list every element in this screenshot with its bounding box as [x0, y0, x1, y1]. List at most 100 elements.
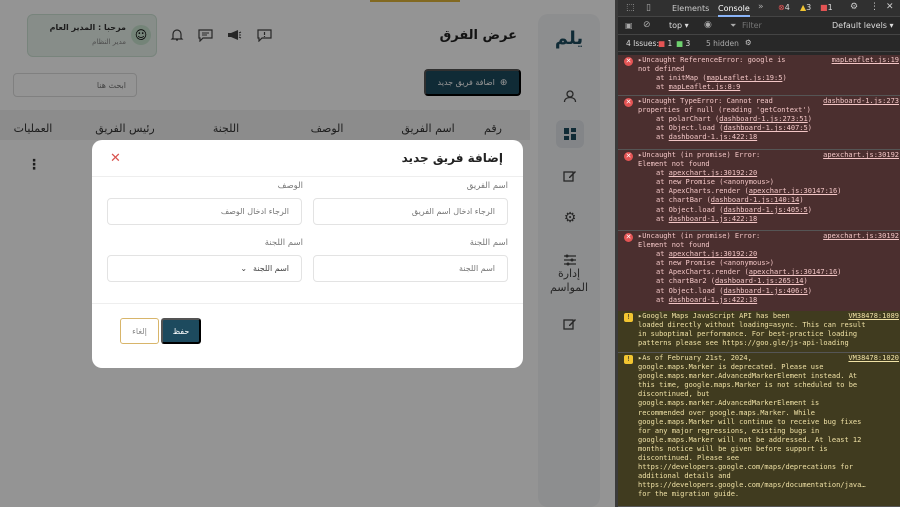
console-warning-message[interactable]: ! VM38478:1020 ▸As of February 21st, 2024,… [618, 353, 900, 507]
stack-frame-link[interactable]: dashboard-1.js:265:14 [715, 277, 804, 285]
stack-frame: at new Promise (<anonymous>) [656, 259, 775, 268]
stack-frame: at ApexCharts.render (apexchart.js:30147… [656, 187, 842, 196]
message-text: for the migration guide. [638, 490, 740, 499]
message-source-link[interactable]: dashboard-1.js:273 [823, 97, 899, 106]
message-text: this time, google.maps.Marker is not sch… [638, 381, 858, 390]
modal-divider [92, 176, 523, 177]
tab-elements[interactable]: Elements [672, 4, 709, 13]
console-error-message[interactable]: ✕ dashboard-1.js:273 ▸Uncaught TypeError: … [618, 96, 900, 150]
stack-frame: at Object.load (dashboard-1.js:406:5) [656, 286, 812, 295]
console-warning-message[interactable]: ! VM38478:1089 ▸Google Maps JavaScript API… [618, 311, 900, 353]
close-icon[interactable]: ✕ [110, 151, 121, 166]
message-source-link[interactable]: apexchart.js:30192 [823, 232, 899, 241]
issues-label: 4 Issues: [626, 39, 659, 48]
sidebar-toggle-icon[interactable]: ▣ [625, 21, 633, 30]
stack-frame: at polarChart (dashboard-1.js:273:51) [656, 115, 812, 124]
console-error-message[interactable]: ✕ apexchart.js:30192 ▸Uncaught (in promise… [618, 150, 900, 231]
stack-frame: at mapLeaflet.js:8:9 [656, 83, 741, 92]
error-icon: ✕ [624, 98, 633, 107]
app-window: يلم ⚙ إدارة المواسم ☺ مرحبا : المدير الع… [0, 0, 615, 507]
message-source-link[interactable]: VM38478:1089 [848, 312, 899, 321]
stack-frame-link[interactable]: dashboard-1.js:406:5 [723, 287, 807, 295]
message-text: for any major regressions, existing bugs… [638, 426, 820, 435]
issues-bar[interactable]: 4 Issues: ■ 1 ■ 3 5 hidden ⚙ [618, 35, 900, 52]
filter-icon: ⏷ [730, 21, 737, 30]
console-error-message[interactable]: ✕ mapLeaflet.js:19 ▸Uncaught ReferenceErro… [618, 55, 900, 96]
team-name-label: اسم الفريق [466, 181, 508, 191]
context-selector[interactable]: top ▾ [669, 21, 689, 30]
device-icon[interactable]: ▯ [646, 3, 651, 13]
gear-icon[interactable]: ⚙ [850, 2, 858, 12]
message-text: ▸Uncaught TypeError: Cannot read [638, 97, 773, 105]
inspect-icon[interactable]: ⬚ [626, 3, 635, 13]
issues-error-badge: ■ 1 [658, 39, 673, 48]
stack-frame: at apexchart.js:30192:20 [656, 250, 758, 259]
message-source-link[interactable]: VM38478:1020 [848, 354, 899, 363]
warning-icon: ! [624, 313, 633, 322]
chevron-down-icon: ⌄ [240, 264, 248, 273]
message-text: ▸As of February 21st, 2024, [638, 354, 752, 362]
stack-frame-link[interactable]: dashboard-1.js:422:18 [669, 215, 758, 223]
modal-footer-divider [92, 303, 523, 304]
warning-icon: ! [624, 355, 633, 364]
stack-frame-link[interactable]: dashboard-1.js:405:5 [723, 206, 807, 214]
message-text: https://developers.google.com/maps/docum… [638, 481, 866, 490]
stack-frame-link[interactable]: dashboard-1.js:422:18 [669, 133, 758, 141]
message-text: google.maps.Marker will not be addressed… [638, 435, 862, 444]
message-text: not defined [638, 65, 685, 74]
message-text: Element not found [638, 160, 710, 169]
log-levels-dropdown[interactable]: Default levels ▾ [832, 21, 894, 30]
message-text: https://developers.google.com/maps/depre… [638, 463, 853, 472]
issues-warning-badge: ■ 3 [676, 39, 691, 48]
stack-frame: at Object.load (dashboard-1.js:405:5) [656, 205, 812, 214]
stack-frame: at chartBar2 (dashboard-1.js:265:14) [656, 277, 808, 286]
stack-frame-link[interactable]: mapLeaflet.js:19:5 [707, 74, 783, 82]
message-source-link[interactable]: mapLeaflet.js:19 [832, 56, 899, 65]
message-text: in suboptimal performance. For best-prac… [638, 330, 858, 339]
stack-frame-link[interactable]: dashboard-1.js:407:5 [723, 124, 807, 132]
message-text: google.maps.marker.AdvancedMarkerElement… [638, 372, 858, 381]
stack-frame-link[interactable]: dashboard-1.js:140:14 [711, 196, 800, 204]
message-text: google.maps.Marker is deprecated. Please… [638, 363, 824, 372]
filter-input[interactable] [742, 19, 822, 32]
message-text: google.maps.Marker will continue to rece… [638, 417, 862, 426]
committee-input[interactable] [313, 255, 508, 282]
add-team-modal: إضافة فريق جديد ✕ اسم الفريق الوصف اسم ا… [92, 140, 523, 368]
devtools-tabbar: ⬚ ▯ Elements Console » ⊗4 ▲3 ■1 ⚙ ⋮ ✕ [618, 0, 900, 17]
committee-select[interactable]: اسم اللجنة ⌄ [107, 255, 302, 282]
save-button[interactable]: حفظ [161, 318, 201, 344]
description-input[interactable] [107, 198, 302, 225]
stack-frame-link[interactable]: dashboard-1.js:422:18 [669, 296, 758, 304]
message-text: patterns please see https://goo.gle/js-a… [638, 339, 849, 348]
issues-gear-icon[interactable]: ⚙ [745, 38, 752, 47]
stack-frame-link[interactable]: apexchart.js:30192:20 [669, 250, 758, 258]
kebab-menu-icon[interactable]: ⋮ [870, 2, 879, 12]
message-text: properties of null (reading 'getContext'… [638, 106, 811, 115]
message-text: google.maps.marker.AdvancedMarkerElement… [638, 399, 820, 408]
stack-frame-link[interactable]: apexchart.js:30147:16 [749, 187, 838, 195]
committee-name-label: اسم اللجنة [264, 238, 303, 248]
stack-frame-link[interactable]: apexchart.js:30192:20 [669, 169, 758, 177]
clear-console-icon[interactable]: ⊘ [643, 20, 651, 30]
more-tabs-icon[interactable]: » [758, 2, 764, 12]
message-text: ▸Uncaught (in promise) Error: [638, 151, 761, 159]
modal-title: إضافة فريق جديد [401, 151, 503, 165]
stack-frame-link[interactable]: apexchart.js:30147:16 [749, 268, 838, 276]
team-name-input[interactable] [313, 198, 508, 225]
committee-label: اسم اللجنة [469, 238, 508, 248]
cancel-button[interactable]: إلغاء [120, 318, 159, 344]
error-icon: ✕ [624, 152, 633, 161]
message-source-link[interactable]: apexchart.js:30192 [823, 151, 899, 160]
console-error-message[interactable]: ✕ apexchart.js:30192 ▸Uncaught (in promise… [618, 231, 900, 312]
eye-icon[interactable]: ◉ [704, 20, 712, 30]
close-devtools-icon[interactable]: ✕ [886, 2, 894, 12]
message-text: ▸Uncaught ReferenceError: google is [638, 56, 786, 64]
stack-frame-link[interactable]: mapLeaflet.js:8:9 [669, 83, 741, 91]
message-text: discontinued, but [638, 390, 710, 399]
description-label: الوصف [277, 181, 303, 191]
message-text: recommended over google.maps.Marker. Whi… [638, 408, 816, 417]
stack-frame: at dashboard-1.js:422:18 [656, 295, 758, 304]
message-text: ▸Uncaught (in promise) Error: [638, 232, 761, 240]
tab-console[interactable]: Console [718, 4, 750, 17]
stack-frame-link[interactable]: dashboard-1.js:273:51 [719, 115, 808, 123]
